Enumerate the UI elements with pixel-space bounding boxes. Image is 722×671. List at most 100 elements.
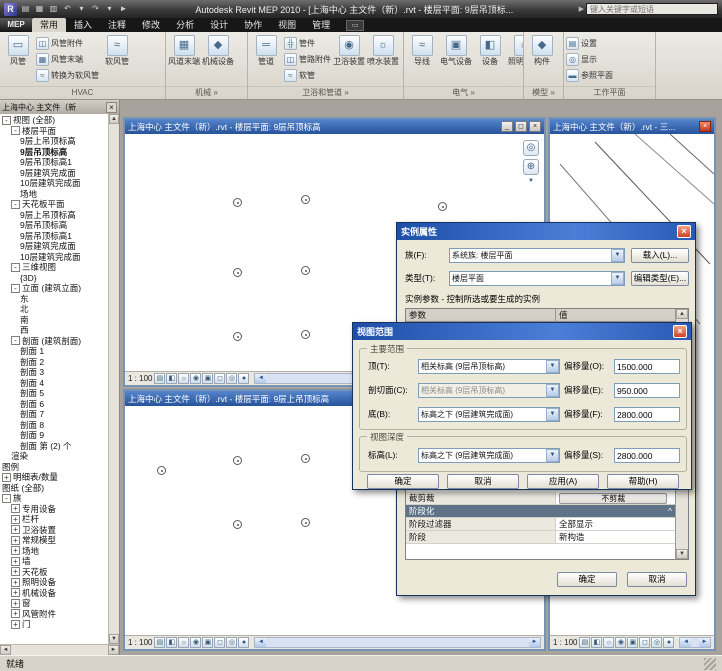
show-crop-icon[interactable]: ◻ (639, 637, 650, 648)
chevron-down-icon[interactable]: ▼ (611, 272, 624, 285)
tree-item[interactable]: +墙 (0, 556, 108, 567)
tree-item[interactable]: -立面 (建筑立面) (0, 283, 108, 294)
ribbon-item-device[interactable]: ◧设备 (474, 35, 506, 66)
close-icon[interactable]: × (529, 121, 541, 132)
tree-item[interactable]: +卫浴装置 (0, 525, 108, 536)
parameter-group-row[interactable]: 阶段化^ (406, 505, 675, 518)
redo-dropdown-icon[interactable]: ▾ (103, 3, 116, 16)
zoom-icon[interactable]: ⊕ (523, 159, 539, 175)
crop-region-icon[interactable]: ▣ (627, 637, 638, 648)
window-titlebar[interactable]: 上海中心 主文件（新）.rvt - 三... × (550, 119, 714, 134)
tree-item[interactable]: -族 (0, 493, 108, 504)
tab-modify[interactable]: 修改 (134, 18, 168, 32)
expand-icon[interactable]: + (11, 515, 20, 524)
tree-item[interactable]: {3D} (0, 273, 108, 284)
load-button[interactable]: 载入(L)... (631, 248, 689, 263)
undo-dropdown-icon[interactable]: ▾ (75, 3, 88, 16)
expand-icon[interactable]: + (11, 546, 20, 555)
tree-item[interactable]: 剖面 7 (0, 409, 108, 420)
scroll-up-icon[interactable]: ▲ (109, 114, 119, 124)
temporary-hide-icon[interactable]: ◎ (226, 637, 237, 648)
collapse-icon[interactable]: ^ (668, 505, 672, 517)
ribbon-item-air-terminal[interactable]: ▦风道末端 (168, 35, 200, 66)
horizontal-scrollbar[interactable]: ◄ ► (679, 637, 711, 648)
application-menu-button[interactable]: MEP (0, 18, 32, 32)
tree-item[interactable]: +风管附件 (0, 609, 108, 620)
toolbar-extra-icon[interactable]: ▭ (346, 20, 364, 31)
model-graphics-icon[interactable]: ◧ (591, 637, 602, 648)
tree-item[interactable]: +天花板 (0, 567, 108, 578)
redo-icon[interactable]: ↷ (89, 3, 102, 16)
parameter-row[interactable]: 阶段新构造 (406, 531, 675, 544)
tree-item[interactable]: 东 (0, 294, 108, 305)
render-icon[interactable]: ◉ (615, 637, 626, 648)
expand-icon[interactable]: + (11, 567, 20, 576)
detail-level-icon[interactable]: ▤ (579, 637, 590, 648)
collapse-icon[interactable]: - (11, 126, 20, 135)
ribbon-item-electrical-equipment[interactable]: ▣电气设备 (440, 35, 472, 66)
parameter-value[interactable]: 新构造 (556, 531, 675, 543)
ribbon-item-sprinkler[interactable]: ☼喷水装置 (367, 35, 399, 66)
expand-icon[interactable]: + (11, 620, 20, 629)
ribbon-item-pipe-accessory[interactable]: ◫管路附件 (284, 52, 331, 67)
bottom-constraint-select[interactable]: 标高之下 (9层建筑完成面) ▼ (418, 407, 560, 422)
tree-item[interactable]: 剖面 6 (0, 399, 108, 410)
tree-item[interactable]: +场地 (0, 546, 108, 557)
expand-icon[interactable]: + (11, 609, 20, 618)
model-graphics-icon[interactable]: ◧ (166, 637, 177, 648)
tree-item[interactable]: 9层吊顶标高 (0, 147, 108, 158)
tree-item[interactable]: 北 (0, 304, 108, 315)
collapse-icon[interactable]: - (11, 200, 20, 209)
top-constraint-select[interactable]: 相关标高 (9层吊顶标高) ▼ (418, 359, 560, 374)
close-icon[interactable]: × (106, 102, 117, 113)
scale-control[interactable]: 1 : 100 (128, 638, 152, 647)
tree-item[interactable]: +门 (0, 619, 108, 630)
horizontal-scrollbar[interactable]: ◄ ► (254, 637, 541, 648)
tab-design[interactable]: 设计 (202, 18, 236, 32)
ribbon-item-lighting-fixture[interactable]: ☼照明设备 (508, 35, 523, 66)
tree-item[interactable]: 剖面 1 (0, 346, 108, 357)
tree-item[interactable]: 9层建筑完成面 (0, 241, 108, 252)
steering-wheel-icon[interactable]: ◎ (523, 140, 539, 156)
tab-manage[interactable]: 管理 (304, 18, 338, 32)
ribbon-item-flex-pipe[interactable]: ≈软管 (284, 68, 331, 83)
tree-item[interactable]: 9层建筑完成面 (0, 168, 108, 179)
temporary-hide-icon[interactable]: ◎ (651, 637, 662, 648)
ribbon-item-show-work-plane[interactable]: ◎显示 (566, 52, 613, 67)
modify-arrow-icon[interactable]: ► (117, 3, 130, 16)
tree-item[interactable]: 9层吊顶标高1 (0, 231, 108, 242)
tree-item[interactable]: +专用设备 (0, 504, 108, 515)
tree-item[interactable]: -三维视图 (0, 262, 108, 273)
minimize-icon[interactable]: _ (501, 121, 513, 132)
resize-grip[interactable] (704, 658, 716, 670)
browser-vertical-scrollbar[interactable]: ▲ ▼ (108, 114, 119, 644)
expand-icon[interactable]: + (11, 557, 20, 566)
expand-icon[interactable]: + (11, 599, 20, 608)
cancel-button[interactable]: 取消 (627, 572, 687, 587)
cancel-button[interactable]: 取消 (447, 474, 519, 489)
cut-offset-input[interactable] (614, 383, 680, 398)
chevron-down-icon[interactable]: ▼ (546, 449, 559, 462)
bottom-offset-input[interactable] (614, 407, 680, 422)
chevron-down-icon[interactable]: ▼ (546, 408, 559, 421)
parameter-value[interactable]: 不剪裁 (556, 492, 675, 504)
tree-item[interactable]: 场地 (0, 189, 108, 200)
print-icon[interactable]: ▥ (47, 3, 60, 16)
scroll-down-icon[interactable]: ▼ (109, 634, 119, 644)
render-icon[interactable]: ◉ (190, 637, 201, 648)
tab-analyze[interactable]: 分析 (168, 18, 202, 32)
ribbon-item-convert-flex-duct[interactable]: ≈转换为软风管 (36, 68, 99, 83)
ribbon-item-pipe[interactable]: ═管道 (250, 35, 282, 66)
infocenter-arrow-icon[interactable]: ▶ (579, 5, 584, 13)
tree-item[interactable]: 剖面 5 (0, 388, 108, 399)
ribbon-item-pipe-fitting[interactable]: ╬管件 (284, 36, 331, 51)
crop-region-icon[interactable]: ▣ (202, 637, 213, 648)
save-icon[interactable]: ▦ (33, 3, 46, 16)
type-select[interactable]: 楼层平面 ▼ (449, 271, 625, 286)
shadows-icon[interactable]: ☼ (178, 637, 189, 648)
shadows-icon[interactable]: ☼ (178, 373, 189, 384)
app-titlebar[interactable]: R ▤▦▥↶▾↷▾► Autodesk Revit MEP 2010 - [上海… (0, 0, 722, 18)
close-icon[interactable]: × (677, 225, 691, 238)
ribbon-item-duct[interactable]: ▭风管 (2, 35, 34, 66)
tree-item[interactable]: 图例 (0, 462, 108, 473)
